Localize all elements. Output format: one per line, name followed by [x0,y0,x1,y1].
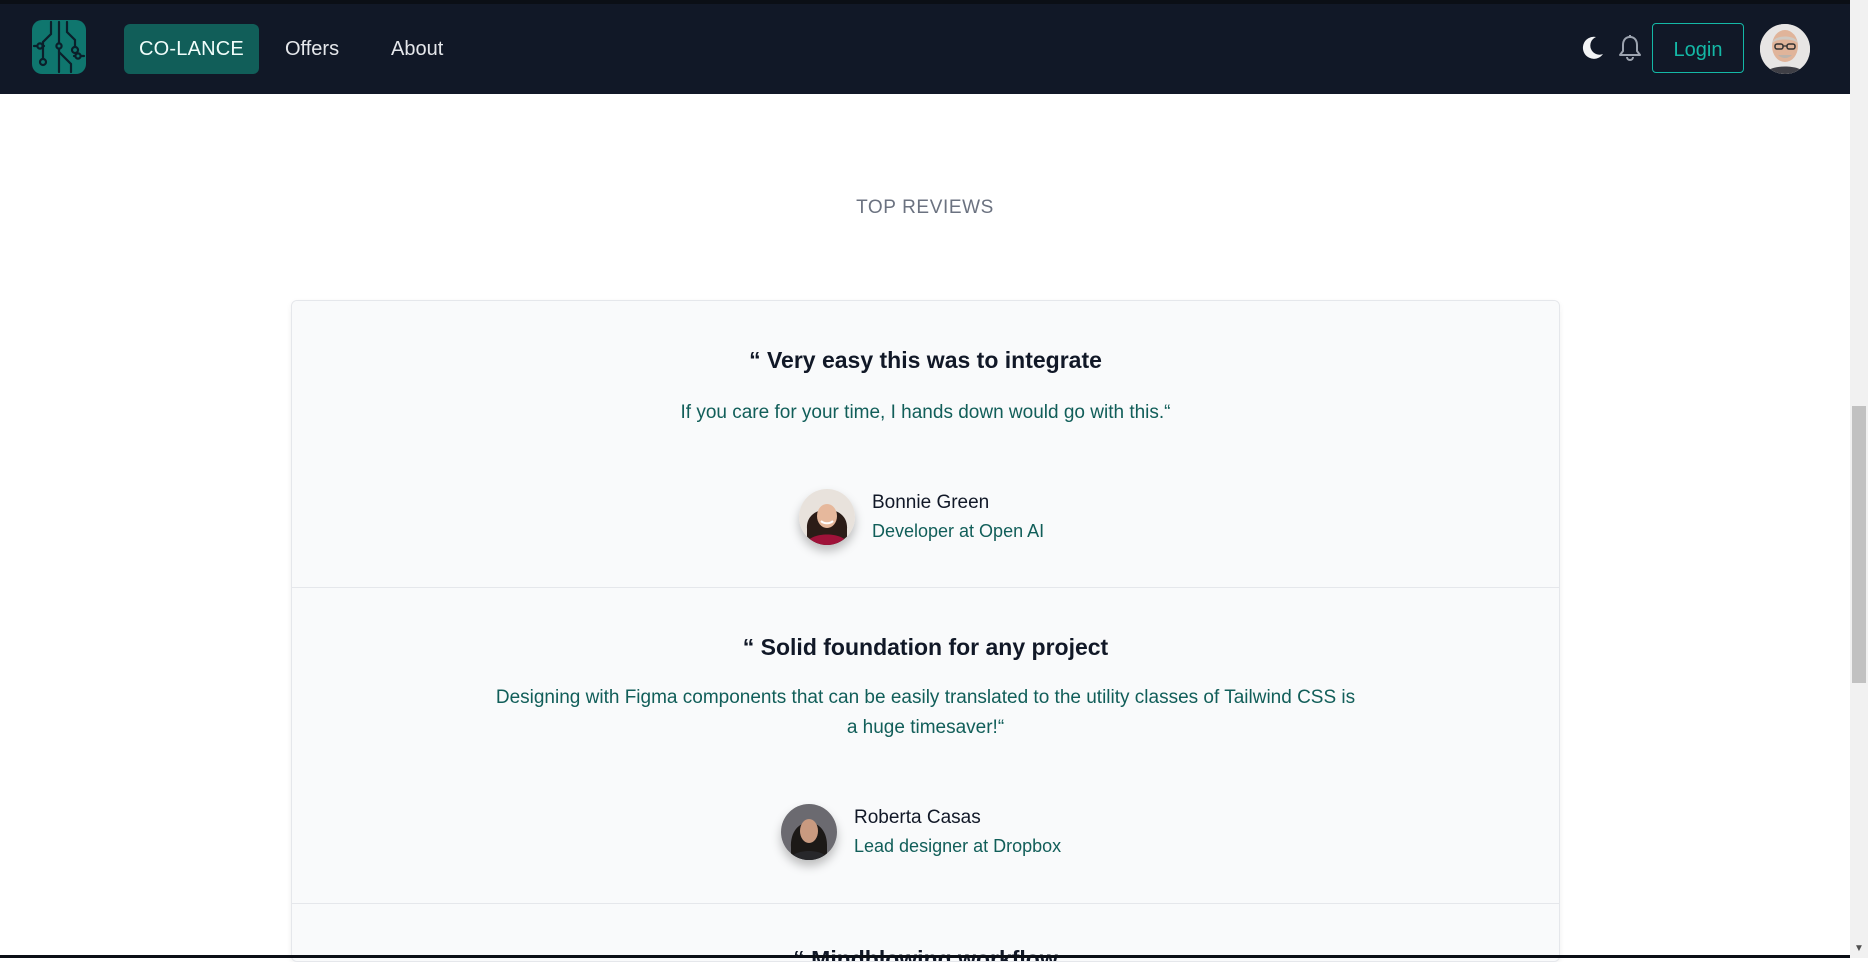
review-heading: “ Mindblowing workflow [793,946,1058,962]
scroll-down-arrow-icon[interactable]: ▼ [1850,940,1868,958]
circuit-logo-icon[interactable] [32,20,86,74]
review-author: Bonnie Green Developer at Open AI [799,489,1044,545]
top-navbar: CO-LANCE Offers About Login [0,4,1850,94]
login-button[interactable]: Login [1652,23,1744,73]
author-name: Roberta Casas [854,807,981,828]
nav-link-offers[interactable]: Offers [285,24,339,74]
author-name: Bonnie Green [872,492,990,513]
review-author: Roberta Casas Lead designer at Dropbox [781,804,1061,860]
brand-button[interactable]: CO-LANCE [124,24,259,74]
review-heading: “ Very easy this was to integrate [749,347,1102,373]
scrollbar-thumb[interactable] [1852,406,1866,683]
review-text: Designing with Figma components that can… [495,687,1356,738]
nav-link-about[interactable]: About [391,24,443,74]
review-card: “ Mindblowing workflow [292,904,1559,962]
user-avatar[interactable] [1760,24,1810,74]
section-title: TOP REVIEWS [856,197,994,218]
reviews-card: “ Very easy this was to integrate If you… [291,300,1560,962]
moon-icon[interactable] [1576,32,1608,64]
review-card: “ Very easy this was to integrate If you… [292,301,1559,588]
bell-icon[interactable] [1614,32,1646,64]
review-text: If you care for your time, I hands down … [680,402,1171,423]
author-role: Lead designer at Dropbox [854,836,1062,856]
review-heading: “ Solid foundation for any project [742,634,1109,660]
author-avatar [781,804,837,860]
review-card: “ Solid foundation for any project Desig… [292,588,1559,904]
author-avatar [799,489,855,545]
author-role: Developer at Open AI [872,521,1045,541]
